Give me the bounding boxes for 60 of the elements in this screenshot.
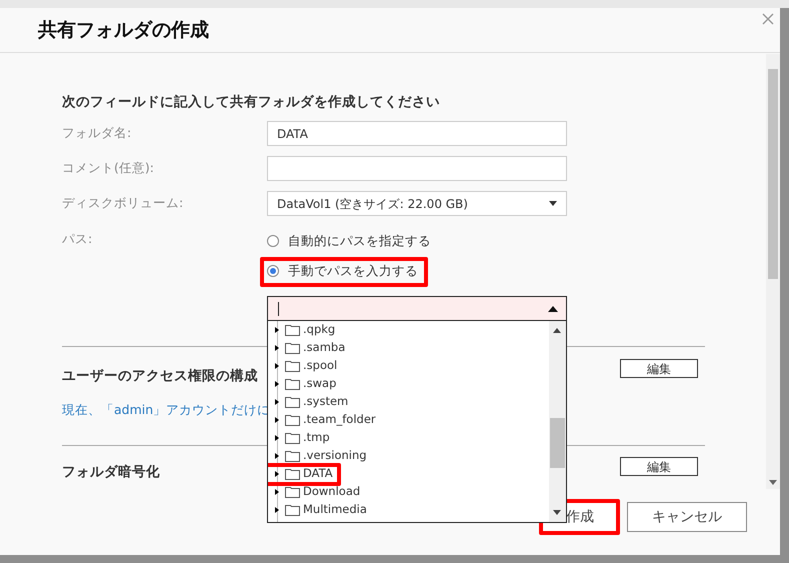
section-title: フォルダ暗号化: [62, 463, 160, 482]
text-field[interactable]: DATA: [267, 121, 567, 146]
scrollbar[interactable]: [766, 54, 780, 489]
select-value: DataVol1 (空きサイズ: 22.00 GB): [277, 196, 468, 212]
tree-item[interactable]: .system: [268, 393, 352, 411]
edit-button[interactable]: 編集: [620, 457, 698, 476]
close-icon: [762, 13, 774, 26]
folder-icon: [285, 414, 300, 426]
path-input[interactable]: [267, 296, 567, 321]
tree-item[interactable]: .versioning: [268, 447, 371, 465]
field-label: ディスクボリューム:: [62, 194, 184, 212]
radio-option[interactable]: 自動的にパスを指定する: [267, 229, 437, 253]
caret-icon: [549, 201, 557, 206]
folder-icon: [285, 486, 300, 498]
expand-arrow-icon[interactable]: [275, 435, 279, 441]
section-title: ユーザーのアクセス権限の構成: [62, 367, 258, 386]
field-label: パス:: [62, 231, 92, 246]
edit-button[interactable]: 編集: [620, 359, 698, 378]
cancel-button[interactable]: キャンセル: [627, 502, 747, 532]
folder-icon: [285, 396, 300, 408]
radio-button[interactable]: [267, 265, 279, 277]
tree-item[interactable]: .tmp: [268, 429, 334, 447]
expand-arrow-icon[interactable]: [275, 417, 279, 423]
tree-item[interactable]: Multimedia: [268, 501, 371, 519]
folder-tree[interactable]: .qpkg .samba .spool .swap .system .team_folder .tmp .versioning DATA Download Multimedia: [267, 321, 567, 523]
folder-icon: [285, 324, 300, 336]
folder-icon: [285, 432, 300, 444]
tree-item[interactable]: .qpkg: [268, 321, 340, 339]
radio-label: 自動的にパスを指定する: [288, 232, 431, 250]
field-label: コメント(任意):: [62, 159, 155, 178]
expand-arrow-icon[interactable]: [275, 471, 279, 477]
folder-icon: [285, 468, 300, 480]
radio-label: 手動でパスを入力する: [288, 262, 418, 280]
dialog-title: 共有フォルダの作成: [38, 18, 209, 43]
folder-icon: [285, 360, 300, 372]
expand-arrow-icon[interactable]: [275, 345, 279, 351]
tree-item[interactable]: .team_folder: [268, 411, 380, 429]
radio-option[interactable]: 手動でパスを入力する: [267, 259, 424, 283]
folder-icon: [285, 450, 300, 462]
folder-icon: [285, 378, 300, 390]
expand-arrow-icon[interactable]: [275, 327, 279, 333]
field-label: フォルダ名:: [62, 124, 132, 142]
radio-button[interactable]: [267, 235, 279, 247]
form-heading: 次のフィールドに記入して共有フォルダを作成してください: [62, 93, 441, 112]
tree-item[interactable]: Download: [268, 483, 364, 501]
expand-arrow-icon[interactable]: [275, 399, 279, 405]
tree-item[interactable]: .spool: [268, 357, 342, 375]
tree-item[interactable]: DATA: [268, 465, 337, 483]
tree-item[interactable]: .samba: [268, 339, 350, 357]
folder-icon: [285, 342, 300, 354]
expand-arrow-icon[interactable]: [275, 453, 279, 459]
expand-arrow-icon[interactable]: [275, 381, 279, 387]
expand-arrow-icon[interactable]: [275, 507, 279, 513]
tree-item[interactable]: .swap: [268, 375, 340, 393]
folder-icon: [285, 504, 300, 516]
expand-arrow-icon[interactable]: [275, 363, 279, 369]
scrollbar[interactable]: [549, 321, 566, 522]
select-field[interactable]: DataVol1 (空きサイズ: 22.00 GB): [267, 191, 567, 216]
text-field[interactable]: [267, 156, 567, 181]
expand-arrow-icon[interactable]: [275, 489, 279, 495]
